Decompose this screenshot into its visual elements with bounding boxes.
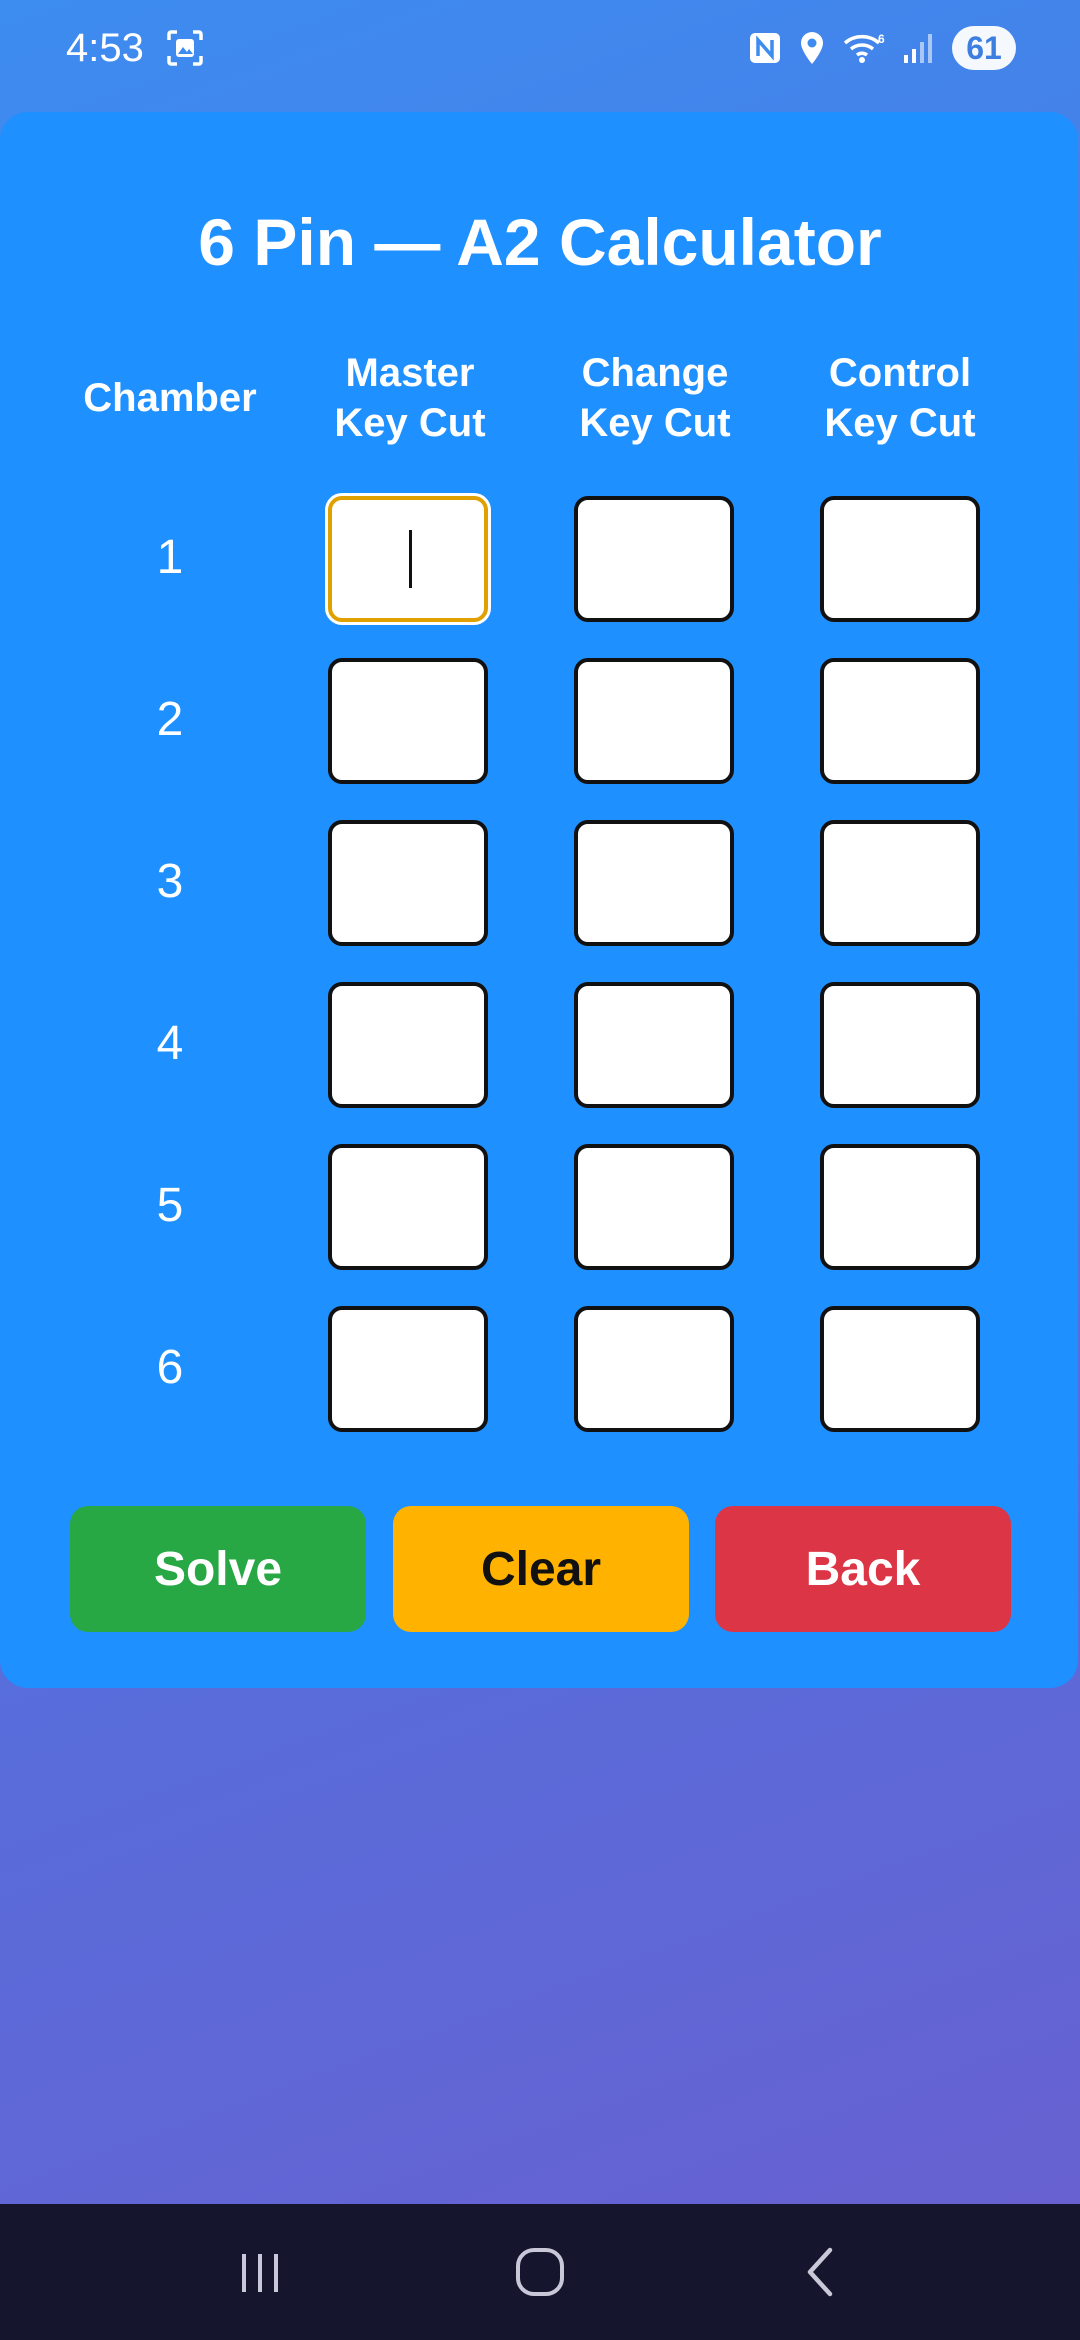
header-master-key-cut: Master Key Cut [310, 348, 510, 448]
wifi-icon: 6 [842, 31, 886, 65]
clear-button[interactable]: Clear [393, 1506, 689, 1632]
solve-button[interactable]: Solve [70, 1506, 366, 1632]
back-icon [807, 2247, 833, 2297]
signal-icon [902, 31, 936, 65]
header-change-line1: Change [581, 351, 729, 395]
change-cut-input-5[interactable] [574, 1144, 734, 1270]
header-change-key-cut: Change Key Cut [555, 348, 755, 448]
back-button[interactable]: Back [715, 1506, 1011, 1632]
home-button[interactable] [480, 2222, 600, 2322]
page-title: 6 Pin — A2 Calculator [198, 205, 882, 279]
chamber-label: 5 [156, 1179, 184, 1232]
header-master-line2: Key Cut [334, 401, 486, 445]
svg-text:6: 6 [878, 32, 885, 46]
status-time: 4:53 [66, 25, 144, 70]
change-cut-input-3[interactable] [574, 820, 734, 946]
header-control-line2: Key Cut [824, 401, 976, 445]
status-bar: 4:53 6 61 [0, 0, 1080, 96]
header-control-line1: Control [828, 351, 972, 395]
nav-back-button[interactable] [760, 2222, 880, 2322]
change-cut-input-4[interactable] [574, 982, 734, 1108]
screenshot-icon [166, 29, 204, 67]
master-cut-input-3[interactable] [328, 820, 488, 946]
change-cut-input-6[interactable] [574, 1306, 734, 1432]
control-cut-input-1[interactable] [820, 496, 980, 622]
chamber-label: 4 [156, 1017, 184, 1070]
nfc-icon [748, 31, 782, 65]
control-cut-input-2[interactable] [820, 658, 980, 784]
chamber-label: 3 [156, 855, 184, 908]
recent-apps-icon [242, 2254, 278, 2292]
chamber-label: 6 [156, 1341, 184, 1394]
master-cut-input-4[interactable] [328, 982, 488, 1108]
master-cut-input-5[interactable] [328, 1144, 488, 1270]
control-cut-input-4[interactable] [820, 982, 980, 1108]
location-icon [798, 30, 826, 66]
battery-icon: 61 [952, 26, 1016, 70]
navigation-bar [0, 2204, 1080, 2340]
change-cut-input-1[interactable] [574, 496, 734, 622]
chamber-label: 2 [156, 693, 184, 746]
control-cut-input-6[interactable] [820, 1306, 980, 1432]
header-change-line2: Key Cut [579, 401, 731, 445]
master-cut-input-6[interactable] [328, 1306, 488, 1432]
master-cut-input-2[interactable] [328, 658, 488, 784]
text-cursor [409, 530, 412, 588]
header-master-line1: Master [345, 351, 475, 395]
change-cut-input-2[interactable] [574, 658, 734, 784]
recent-apps-button[interactable] [200, 2222, 320, 2322]
chamber-label: 1 [156, 531, 184, 584]
header-chamber: Chamber [70, 373, 270, 423]
master-cut-input-1[interactable] [328, 496, 488, 622]
header-control-key-cut: Control Key Cut [800, 348, 1000, 448]
home-icon [516, 2248, 564, 2296]
header-chamber-label: Chamber [83, 376, 257, 420]
control-cut-input-3[interactable] [820, 820, 980, 946]
control-cut-input-5[interactable] [820, 1144, 980, 1270]
